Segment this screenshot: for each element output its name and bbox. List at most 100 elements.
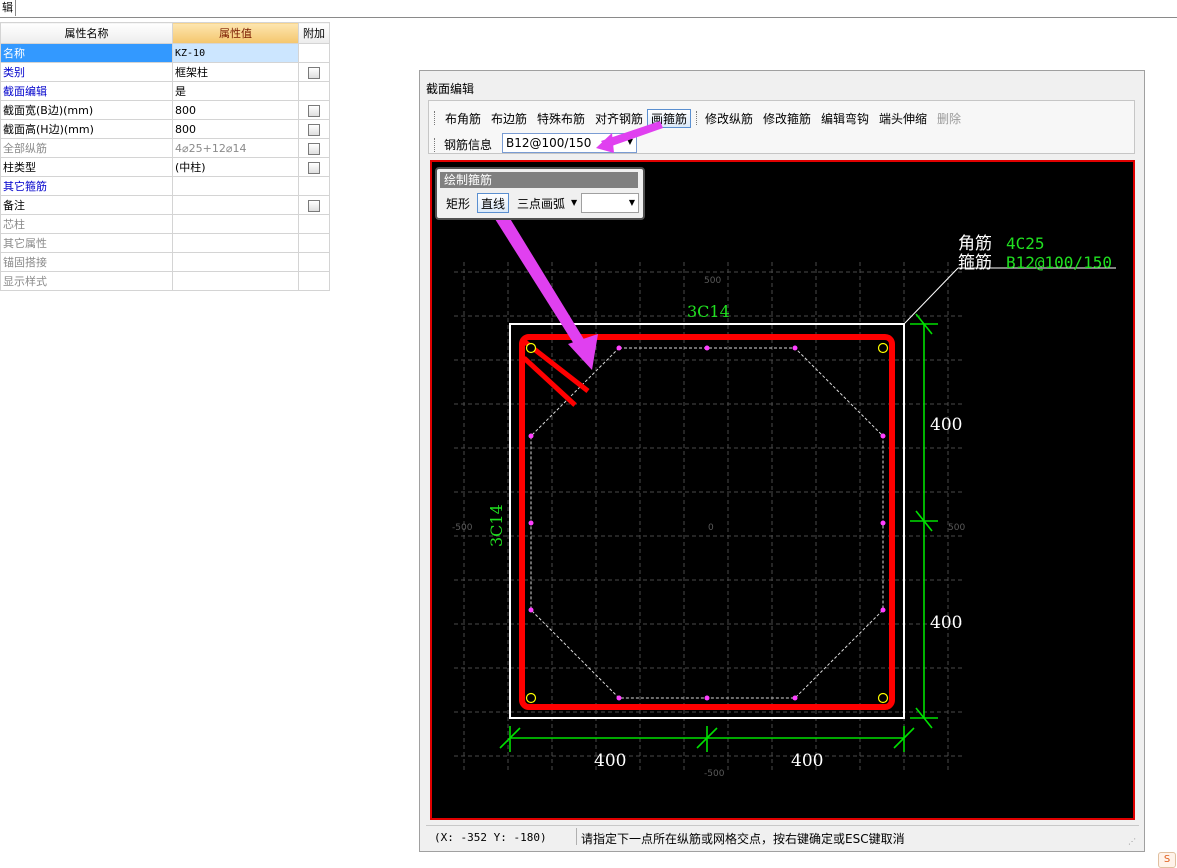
prop-value[interactable] bbox=[172, 252, 299, 272]
prop-name[interactable]: 其它箍筋 bbox=[0, 176, 173, 196]
three-point-arc-button[interactable]: 三点画弧 bbox=[513, 193, 569, 213]
corner-bar[interactable] bbox=[525, 342, 537, 354]
grid-label-bottom: -500 bbox=[704, 769, 725, 779]
edge-bar[interactable] bbox=[792, 345, 798, 351]
prop-name[interactable]: 其它属性 bbox=[0, 233, 173, 253]
prop-name[interactable]: 截面宽(B边)(mm) bbox=[0, 100, 173, 120]
col-header-value[interactable]: 属性值 bbox=[172, 22, 299, 44]
prop-value[interactable] bbox=[172, 195, 299, 215]
edge-bar[interactable] bbox=[616, 695, 622, 701]
extra-checkbox[interactable] bbox=[308, 66, 320, 79]
table-row[interactable]: 显示样式 bbox=[0, 271, 330, 291]
prop-name[interactable]: 截面高(H边)(mm) bbox=[0, 119, 173, 139]
prop-name[interactable]: 备注 bbox=[0, 195, 173, 215]
col-header-extra[interactable]: 附加 bbox=[298, 22, 330, 44]
table-row[interactable]: 截面宽(B边)(mm) 800 bbox=[0, 100, 330, 120]
corner-bar[interactable] bbox=[525, 692, 537, 704]
editor-tab[interactable]: 辑 bbox=[0, 0, 16, 16]
prop-name[interactable]: 柱类型 bbox=[0, 157, 173, 177]
table-row[interactable]: 备注 bbox=[0, 195, 330, 215]
top-bars-label: 3C14 bbox=[687, 302, 730, 321]
prop-name[interactable]: 显示样式 bbox=[0, 271, 173, 291]
extra-checkbox[interactable] bbox=[308, 199, 320, 212]
prop-extra bbox=[298, 252, 330, 272]
hook-segment[interactable] bbox=[522, 356, 577, 407]
extra-checkbox[interactable] bbox=[308, 142, 320, 155]
prop-value[interactable] bbox=[172, 214, 299, 234]
section-canvas[interactable]: 500 -500 500 -500 0 400 400 400 400 3C14… bbox=[430, 160, 1135, 820]
prop-value[interactable]: KZ-10 bbox=[172, 43, 299, 63]
column-outline[interactable] bbox=[509, 323, 905, 719]
prop-value[interactable]: 800 bbox=[172, 119, 299, 139]
prop-value[interactable] bbox=[172, 233, 299, 253]
corner-bar[interactable] bbox=[877, 342, 889, 354]
edge-bar[interactable] bbox=[792, 695, 798, 701]
left-bars-label: 3C14 bbox=[487, 504, 506, 547]
prop-extra bbox=[298, 271, 330, 291]
outer-stirrup[interactable] bbox=[519, 334, 895, 710]
rebar-info-annotation: 角筋 4C25 箍筋 B12@100/150 bbox=[958, 234, 1112, 273]
table-row[interactable]: 截面高(H边)(mm) 800 bbox=[0, 119, 330, 139]
edge-bars[interactable] bbox=[528, 345, 886, 701]
edge-bar[interactable] bbox=[880, 520, 886, 526]
table-row[interactable]: 其它属性 bbox=[0, 233, 330, 253]
prop-name[interactable]: 类别 bbox=[0, 62, 173, 82]
corner-bars[interactable] bbox=[525, 342, 889, 704]
prop-name[interactable]: 名称 bbox=[0, 43, 173, 63]
prop-name[interactable]: 锚固搭接 bbox=[0, 252, 173, 272]
dim-bottom-right: 400 bbox=[791, 751, 823, 771]
tray-icon[interactable]: S bbox=[1158, 852, 1176, 868]
table-row[interactable]: 其它箍筋 bbox=[0, 176, 330, 196]
draw-mode-combo[interactable]: ▼ bbox=[581, 193, 639, 213]
rectangle-mode-button[interactable]: 矩形 bbox=[442, 193, 474, 213]
grid-label-top: 500 bbox=[704, 276, 721, 286]
grid-label-center: 0 bbox=[708, 523, 714, 533]
prop-name[interactable]: 全部纵筋 bbox=[0, 138, 173, 158]
corner-bar-label: 角筋 bbox=[958, 234, 992, 254]
prop-value[interactable]: 框架柱 bbox=[172, 62, 299, 82]
chevron-down-icon[interactable]: ▼ bbox=[629, 198, 635, 207]
edge-bar[interactable] bbox=[616, 345, 622, 351]
chevron-down-icon[interactable]: ▼ bbox=[571, 198, 577, 207]
prop-extra bbox=[298, 176, 330, 196]
prop-extra bbox=[298, 214, 330, 234]
cad-drawing[interactable]: 500 -500 500 -500 0 400 400 400 400 3C14… bbox=[432, 162, 1133, 818]
edge-bar[interactable] bbox=[880, 433, 886, 439]
arrow-head bbox=[596, 133, 614, 153]
status-message: 请指定下一点所在纵筋或网格交点，按右键确定或ESC键取消 bbox=[581, 832, 905, 846]
octagon-stirrup[interactable] bbox=[530, 347, 884, 699]
draw-panel-title[interactable]: 绘制箍筋 bbox=[440, 172, 638, 188]
table-row[interactable]: 名称 KZ-10 bbox=[0, 43, 330, 63]
prop-name[interactable]: 芯柱 bbox=[0, 214, 173, 234]
edge-bar[interactable] bbox=[704, 345, 710, 351]
prop-value[interactable]: 4⌀25+12⌀14 bbox=[172, 138, 299, 158]
prop-value[interactable]: 是 bbox=[172, 81, 299, 101]
prop-value[interactable]: (中柱) bbox=[172, 157, 299, 177]
corner-bar[interactable] bbox=[877, 692, 889, 704]
table-row[interactable]: 截面编辑 是 bbox=[0, 81, 330, 101]
edge-bar[interactable] bbox=[880, 607, 886, 613]
col-header-name[interactable]: 属性名称 bbox=[0, 22, 173, 44]
edge-bar[interactable] bbox=[528, 433, 534, 439]
resize-grip-icon[interactable]: ⋰ bbox=[1128, 837, 1136, 846]
table-row[interactable]: 类别 框架柱 bbox=[0, 62, 330, 82]
prop-value[interactable] bbox=[172, 271, 299, 291]
table-row[interactable]: 全部纵筋 4⌀25+12⌀14 bbox=[0, 138, 330, 158]
table-row[interactable]: 芯柱 bbox=[0, 214, 330, 234]
extra-checkbox[interactable] bbox=[308, 161, 320, 174]
edge-bar[interactable] bbox=[528, 520, 534, 526]
line-mode-button[interactable]: 直线 bbox=[477, 193, 510, 213]
dimensions bbox=[499, 313, 938, 752]
table-row[interactable]: 柱类型 (中柱) bbox=[0, 157, 330, 177]
edge-bar[interactable] bbox=[528, 607, 534, 613]
extra-checkbox[interactable] bbox=[308, 104, 320, 117]
prop-value[interactable]: 800 bbox=[172, 100, 299, 120]
edge-bar[interactable] bbox=[704, 695, 710, 701]
table-row[interactable]: 锚固搭接 bbox=[0, 252, 330, 272]
prop-value[interactable] bbox=[172, 176, 299, 196]
extra-checkbox[interactable] bbox=[308, 123, 320, 136]
corner-bar-value: 4C25 bbox=[1006, 234, 1045, 253]
dim-bottom-left: 400 bbox=[594, 751, 626, 771]
prop-extra bbox=[298, 43, 330, 63]
prop-name[interactable]: 截面编辑 bbox=[0, 81, 173, 101]
